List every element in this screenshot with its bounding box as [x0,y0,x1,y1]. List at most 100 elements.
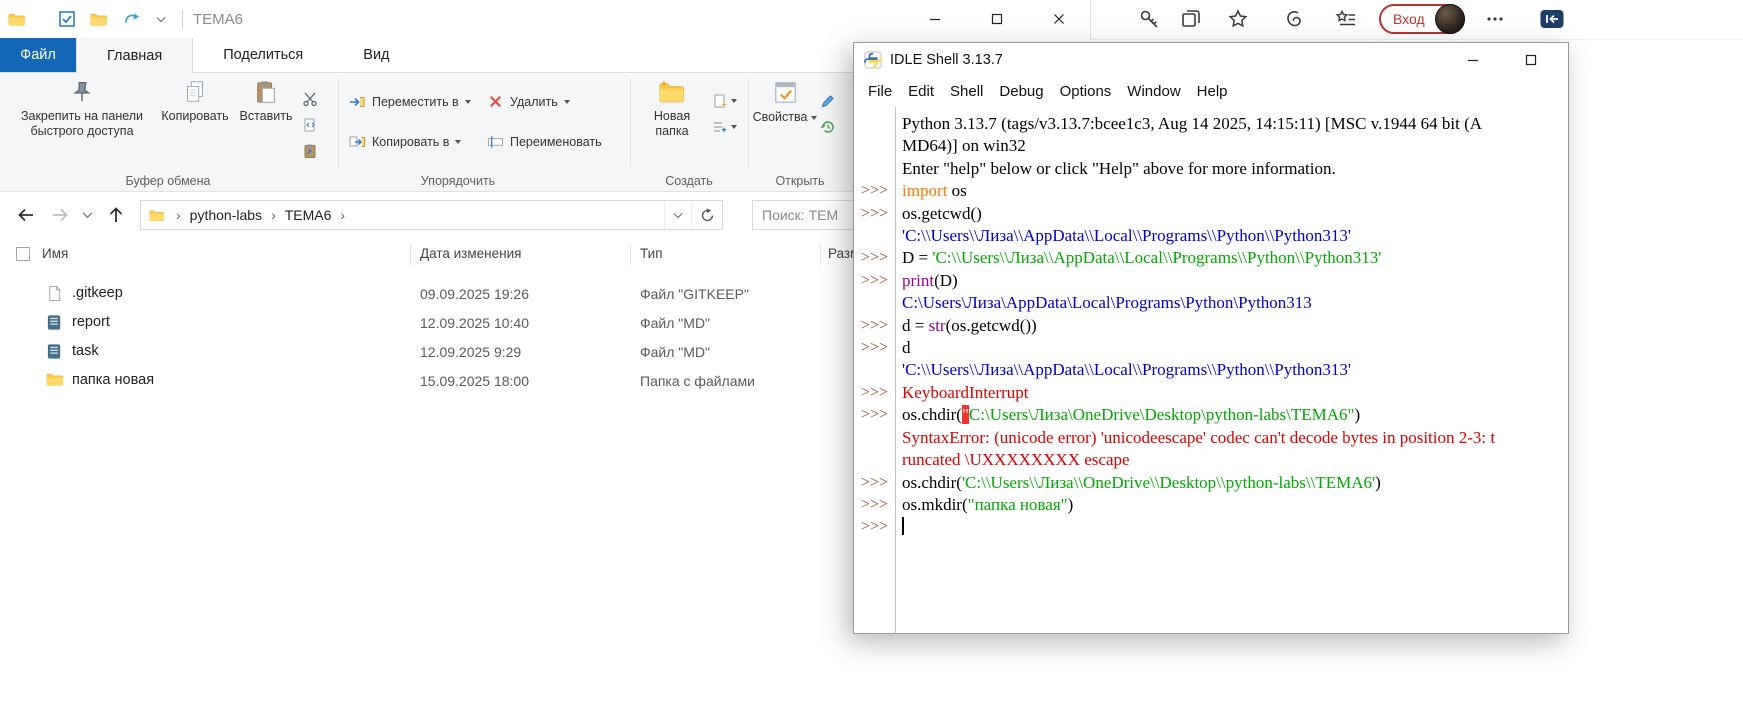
shell-console[interactable]: Python 3.13.7 (tags/v3.13.7:bcee1c3, Aug… [854,107,1568,633]
paste-button[interactable]: Вставить [236,79,296,124]
redo-icon[interactable] [122,11,142,27]
select-all-checkbox[interactable] [16,247,30,261]
console-text[interactable]: d = str(os.getcwd()) [895,315,1568,337]
prompt: >>> [854,382,895,404]
menu-debug[interactable]: Debug [991,83,1051,100]
delete-button[interactable]: Удалить [487,93,570,110]
tab-share[interactable]: Поделиться [193,38,333,72]
close-button[interactable] [1028,0,1090,38]
console-text[interactable]: d [895,337,1568,359]
console-line: SyntaxError: (unicode error) 'unicodeesc… [854,427,1568,449]
menu-options[interactable]: Options [1052,83,1120,100]
console-text[interactable]: KeyboardInterrupt [895,382,1568,404]
copy-to-button[interactable]: Копировать в [348,133,461,151]
console-text-segment: print [902,271,934,290]
console-text[interactable]: runcated \UXXXXXXXX escape [895,449,1568,471]
tab-view[interactable]: Вид [333,38,419,72]
console-text[interactable]: os.mkdir("папка новая") [895,494,1568,516]
console-text[interactable]: os.chdir('C:\\Users\\Лиза\\OneDrive\\Des… [895,472,1568,494]
titlebar-separator [182,10,183,28]
explorer-titlebar: TEMA6 [0,0,1090,38]
settings-dots-icon[interactable] [1484,8,1506,30]
rename-button[interactable]: Переименовать [487,133,602,150]
copy-path-button[interactable] [302,117,318,133]
console-text[interactable]: 'C:\\Users\\Лиза\\AppData\\Local\\Progra… [895,359,1568,381]
easy-access-button[interactable] [712,119,737,135]
minimize-button[interactable] [904,0,966,38]
console-text[interactable]: import os [895,180,1568,202]
menu-file[interactable]: File [860,83,900,100]
refresh-icon[interactable] [691,201,722,229]
paste-icon [253,79,279,105]
cut-button[interactable] [302,91,318,107]
new-folder-button[interactable]: Новая папка [638,79,706,139]
up-button[interactable] [106,205,126,225]
console-line: >>>os.getcwd() [854,203,1568,225]
console-text-segment: MD64)] on win32 [902,136,1026,155]
console-text-segment: (D) [934,271,958,290]
favorites-star-icon[interactable] [1227,8,1249,30]
console-text-segment: runcated \UXXXXXXXX escape [902,450,1130,469]
rename-icon [487,133,504,150]
console-text-segment: D = [902,248,932,267]
forward-button[interactable] [50,205,70,225]
column-header-name[interactable]: Имя [42,246,68,261]
dropdown-caret [455,140,461,144]
move-to-button[interactable]: Переместить в [348,93,471,111]
maximize-button[interactable] [966,0,1028,38]
tab-file[interactable]: Файл [0,38,76,72]
console-text[interactable]: SyntaxError: (unicode error) 'unicodeesc… [895,427,1568,449]
copy-button[interactable]: Копировать [158,79,232,124]
console-text[interactable]: Enter "help" below or click "Help" above… [895,158,1568,180]
console-text[interactable]: C:\Users\Лиза\AppData\Local\Programs\Pyt… [895,292,1568,314]
console-text[interactable]: MD64)] on win32 [895,135,1568,157]
qat-dropdown-chevron[interactable] [156,16,166,23]
idle-maximize-button[interactable] [1502,43,1560,77]
paste-shortcut-button[interactable] [302,143,318,159]
column-header-type[interactable]: Тип [640,246,663,261]
avatar[interactable] [1435,4,1465,34]
console-text[interactable]: print(D) [895,270,1568,292]
sidebar-panel-icon[interactable] [1539,8,1565,30]
console-text[interactable]: Python 3.13.7 (tags/v3.13.7:bcee1c3, Aug… [895,113,1568,135]
console-line: >>>os.chdir('C:\\Users\\Лиза\\OneDrive\\… [854,472,1568,494]
tab-home[interactable]: Главная [76,38,193,73]
console-text-segment: " [962,405,969,424]
console-text[interactable]: 'C:\\Users\\Лиза\\AppData\\Local\\Progra… [895,225,1568,247]
breadcrumb[interactable]: › python-labs › TEMA6 › [140,200,723,230]
new-folder-quick-icon[interactable] [90,12,108,27]
console-text[interactable]: os.getcwd() [895,203,1568,225]
console-text[interactable]: D = 'C:\\Users\\Лиза\\AppData\\Local\\Pr… [895,247,1568,269]
properties-checkbox-icon[interactable] [58,10,76,28]
pin-icon [69,79,95,105]
collections-icon[interactable] [1180,8,1202,30]
menu-help[interactable]: Help [1189,83,1236,100]
copilot-icon[interactable] [1282,8,1304,30]
crumb-python-labs[interactable]: python-labs [188,207,264,223]
menu-window[interactable]: Window [1119,83,1188,100]
idle-minimize-button[interactable] [1444,43,1502,77]
address-dropdown-chevron[interactable] [664,201,691,229]
recent-locations-chevron[interactable] [82,211,93,219]
new-item-button[interactable] [712,93,737,109]
signin-button[interactable]: Вход [1379,4,1465,34]
favorites-list-icon[interactable] [1335,8,1357,30]
md-file-icon [46,314,64,332]
idle-titlebar[interactable]: IDLE Shell 3.13.7 [854,43,1568,77]
console-text[interactable]: os.chdir("C:\Users\Лиза\OneDrive\Desktop… [895,404,1568,426]
back-button[interactable] [16,205,36,225]
pin-quick-access-button[interactable]: Закрепить на панели быстрого доступа [12,79,152,139]
prompt: >>> [854,247,895,269]
prompt: >>> [854,404,895,426]
properties-button[interactable]: Свойства [754,79,816,125]
generic-file-icon [46,285,64,303]
history-button[interactable] [820,119,836,135]
key-icon[interactable] [1138,8,1160,30]
column-header-date[interactable]: Дата изменения [420,246,521,261]
crumb-tema6[interactable]: TEMA6 [283,207,334,223]
console-line: >>>d [854,337,1568,359]
edit-button[interactable] [820,93,836,109]
console-text[interactable] [895,516,1568,538]
menu-shell[interactable]: Shell [942,83,991,100]
menu-edit[interactable]: Edit [900,83,942,100]
